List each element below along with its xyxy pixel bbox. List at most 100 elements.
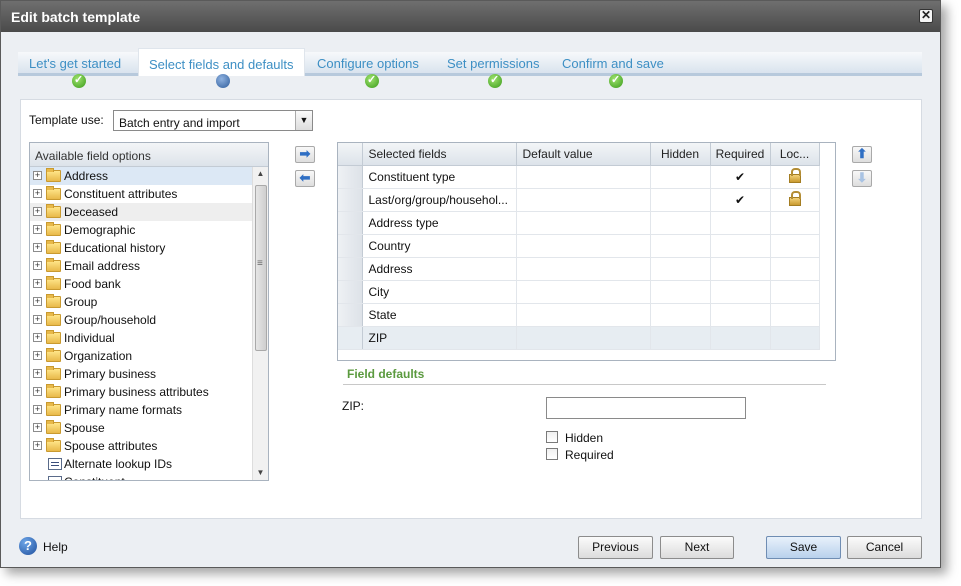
- cell-default-value[interactable]: [516, 303, 651, 327]
- cell-required[interactable]: ✔: [710, 165, 771, 189]
- tab-confirm-and-save[interactable]: Confirm and save: [562, 56, 664, 71]
- tree-item[interactable]: + Demographic: [30, 221, 254, 239]
- cell-locked[interactable]: [770, 257, 820, 281]
- cell-selected-field[interactable]: Last/org/group/househol...: [362, 188, 517, 212]
- tree-item[interactable]: + Group: [30, 293, 254, 311]
- tree-item[interactable]: + Food bank: [30, 275, 254, 293]
- remove-field-button[interactable]: ⬅: [295, 170, 315, 187]
- row-header[interactable]: [338, 303, 363, 327]
- cell-required[interactable]: [710, 280, 771, 304]
- tree-item[interactable]: Constituent...: [30, 473, 254, 480]
- tree-item[interactable]: + Primary business: [30, 365, 254, 383]
- cell-required[interactable]: ✔: [710, 188, 771, 212]
- expand-icon[interactable]: +: [33, 261, 42, 270]
- tree-item[interactable]: + Individual: [30, 329, 254, 347]
- column-hidden[interactable]: Hidden: [650, 143, 711, 166]
- tree-item[interactable]: + Primary name formats: [30, 401, 254, 419]
- cell-locked[interactable]: [770, 165, 820, 189]
- row-header[interactable]: [338, 188, 363, 212]
- expand-icon[interactable]: +: [33, 279, 42, 288]
- grid-row[interactable]: Constituent type ✔: [338, 165, 820, 189]
- previous-button[interactable]: Previous: [578, 536, 653, 559]
- cell-selected-field[interactable]: City: [362, 280, 517, 304]
- expand-icon[interactable]: +: [33, 405, 42, 414]
- cell-default-value[interactable]: [516, 280, 651, 304]
- cell-default-value[interactable]: [516, 234, 651, 258]
- row-header[interactable]: [338, 257, 363, 281]
- cell-required[interactable]: [710, 257, 771, 281]
- expand-icon[interactable]: +: [33, 225, 42, 234]
- tree-item[interactable]: + Deceased: [30, 203, 254, 221]
- expand-icon[interactable]: +: [33, 189, 42, 198]
- cell-default-value[interactable]: [516, 188, 651, 212]
- save-button[interactable]: Save: [766, 536, 841, 559]
- add-field-button[interactable]: ➡: [295, 146, 315, 163]
- expand-icon[interactable]: +: [33, 171, 42, 180]
- tree-item[interactable]: + Email address: [30, 257, 254, 275]
- cell-selected-field[interactable]: Country: [362, 234, 517, 258]
- tree-item[interactable]: + Address: [30, 167, 254, 185]
- close-icon[interactable]: ✕: [919, 9, 933, 23]
- cell-locked[interactable]: [770, 234, 820, 258]
- tree-item[interactable]: + Spouse attributes: [30, 437, 254, 455]
- grid-row[interactable]: ZIP: [338, 326, 820, 350]
- grid-row[interactable]: City: [338, 280, 820, 304]
- zip-default-input[interactable]: [546, 397, 746, 419]
- hidden-checkbox[interactable]: [546, 431, 558, 443]
- cell-default-value[interactable]: [516, 257, 651, 281]
- row-header[interactable]: [338, 165, 363, 189]
- cell-selected-field[interactable]: ZIP: [362, 326, 517, 350]
- cell-required[interactable]: [710, 303, 771, 327]
- move-down-button[interactable]: ⬇: [852, 170, 872, 187]
- cell-hidden[interactable]: [650, 326, 711, 350]
- scroll-up-icon[interactable]: ▲: [253, 167, 268, 181]
- expand-icon[interactable]: +: [33, 441, 42, 450]
- cell-required[interactable]: [710, 234, 771, 258]
- cell-locked[interactable]: [770, 326, 820, 350]
- tree-item[interactable]: + Primary business attributes: [30, 383, 254, 401]
- expand-icon[interactable]: +: [33, 243, 42, 252]
- tree-item[interactable]: + Group/household: [30, 311, 254, 329]
- required-checkbox[interactable]: [546, 448, 558, 460]
- help-link[interactable]: Help: [43, 540, 68, 554]
- cancel-button[interactable]: Cancel: [847, 536, 922, 559]
- cell-selected-field[interactable]: Address type: [362, 211, 517, 235]
- cell-locked[interactable]: [770, 303, 820, 327]
- cell-hidden[interactable]: [650, 280, 711, 304]
- cell-selected-field[interactable]: State: [362, 303, 517, 327]
- cell-selected-field[interactable]: Constituent type: [362, 165, 517, 189]
- cell-required[interactable]: [710, 211, 771, 235]
- tree-item[interactable]: + Educational history: [30, 239, 254, 257]
- row-header[interactable]: [338, 234, 363, 258]
- cell-hidden[interactable]: [650, 211, 711, 235]
- required-checkbox-label[interactable]: Required: [565, 448, 614, 462]
- cell-hidden[interactable]: [650, 303, 711, 327]
- help-icon[interactable]: ?: [19, 537, 37, 555]
- grid-row[interactable]: State: [338, 303, 820, 327]
- expand-icon[interactable]: +: [33, 423, 42, 432]
- cell-required[interactable]: [710, 326, 771, 350]
- scroll-down-icon[interactable]: ▼: [253, 466, 268, 480]
- grid-row[interactable]: Address: [338, 257, 820, 281]
- tree-item[interactable]: + Constituent attributes: [30, 185, 254, 203]
- next-button[interactable]: Next: [660, 536, 734, 559]
- expand-icon[interactable]: +: [33, 297, 42, 306]
- expand-icon[interactable]: +: [33, 351, 42, 360]
- cell-hidden[interactable]: [650, 188, 711, 212]
- move-up-button[interactable]: ⬆: [852, 146, 872, 163]
- cell-locked[interactable]: [770, 188, 820, 212]
- column-required[interactable]: Required: [710, 143, 771, 166]
- cell-selected-field[interactable]: Address: [362, 257, 517, 281]
- available-fields-scrollbar[interactable]: ▲ ▼: [252, 167, 268, 480]
- cell-default-value[interactable]: [516, 326, 651, 350]
- template-use-select[interactable]: Batch entry and import ▼: [113, 110, 313, 131]
- grid-row[interactable]: Last/org/group/househol... ✔: [338, 188, 820, 212]
- tree-item[interactable]: + Organization: [30, 347, 254, 365]
- expand-icon[interactable]: +: [33, 315, 42, 324]
- column-default-value[interactable]: Default value: [516, 143, 651, 166]
- tab-set-permissions[interactable]: Set permissions: [447, 56, 539, 71]
- row-header[interactable]: [338, 326, 363, 350]
- hidden-checkbox-label[interactable]: Hidden: [565, 431, 603, 445]
- cell-default-value[interactable]: [516, 165, 651, 189]
- tab-configure-options[interactable]: Configure options: [317, 56, 419, 71]
